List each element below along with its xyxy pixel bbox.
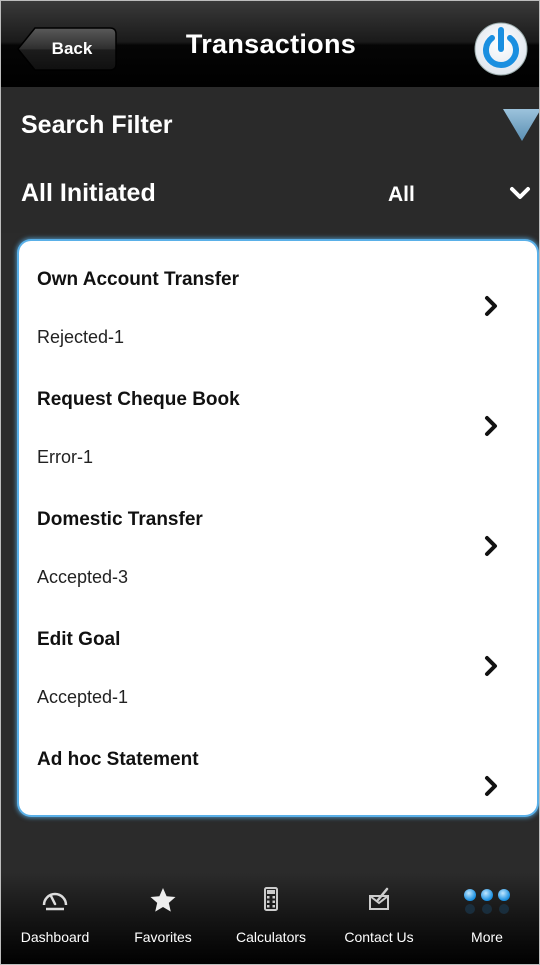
navigation-bar: Back Transactions <box>1 1 539 87</box>
chevron-right-icon <box>483 295 499 322</box>
gauge-icon <box>1 885 109 915</box>
transaction-status: Accepted-1 <box>37 687 129 707</box>
tab-bar: Dashboard Favorites Calculators Contact … <box>1 873 539 964</box>
transaction-title: Edit Goal <box>37 629 121 650</box>
tab-label: Dashboard <box>20 929 90 945</box>
tab-favorites[interactable]: Favorites <box>109 873 217 964</box>
list-item[interactable]: Own Account Transfer Rejected-1 <box>19 241 537 361</box>
tab-label: Contact Us <box>344 929 414 945</box>
chevron-right-icon <box>483 535 499 562</box>
transaction-title: Own Account Transfer <box>37 269 239 290</box>
transaction-title: Domestic Transfer <box>37 509 203 530</box>
transactions-list-area: Own Account Transfer Rejected-1 Request … <box>1 233 539 873</box>
chevron-right-icon <box>483 415 499 442</box>
transaction-title: Request Cheque Book <box>37 389 240 410</box>
tab-more[interactable]: More <box>433 873 539 964</box>
page-title: Transactions <box>185 29 357 59</box>
tab-label: Calculators <box>235 929 307 945</box>
more-dots-icon <box>433 885 539 915</box>
back-button[interactable]: Back <box>17 27 117 71</box>
tab-label: More <box>471 929 503 945</box>
power-icon[interactable] <box>473 21 529 77</box>
status-filter-label: All Initiated <box>21 179 156 207</box>
transaction-status: Rejected-1 <box>37 327 125 347</box>
list-item[interactable]: Request Cheque Book Error-1 <box>19 361 537 481</box>
chevron-right-icon <box>483 655 499 682</box>
tab-contact-us[interactable]: Contact Us <box>325 873 433 964</box>
filter-toggle-icon[interactable] <box>501 107 539 146</box>
transaction-title: Ad hoc Statement <box>37 749 199 770</box>
chevron-right-icon <box>483 775 499 802</box>
search-filter-label[interactable]: Search Filter <box>21 111 172 140</box>
list-item[interactable]: Ad hoc Statement <box>19 721 537 815</box>
tab-label: Favorites <box>134 929 192 945</box>
calculator-icon <box>217 885 325 915</box>
search-filter-panel: Search Filter All Initiated All <box>1 87 539 233</box>
app-frame: Back Transactions Search Filter All Init… <box>0 0 540 965</box>
status-filter-select[interactable]: All <box>388 183 415 207</box>
tab-calculators[interactable]: Calculators <box>217 873 325 964</box>
transactions-card: Own Account Transfer Rejected-1 Request … <box>19 241 537 815</box>
list-item[interactable]: Domestic Transfer Accepted-3 <box>19 481 537 601</box>
list-item[interactable]: Edit Goal Accepted-1 <box>19 601 537 721</box>
tab-dashboard[interactable]: Dashboard <box>1 873 109 964</box>
chevron-down-icon[interactable] <box>509 185 531 206</box>
back-button-label: Back <box>51 39 93 58</box>
transaction-status: Error-1 <box>37 447 94 467</box>
transaction-status: Accepted-3 <box>37 567 129 587</box>
star-icon <box>109 885 217 915</box>
mail-icon <box>325 885 433 915</box>
